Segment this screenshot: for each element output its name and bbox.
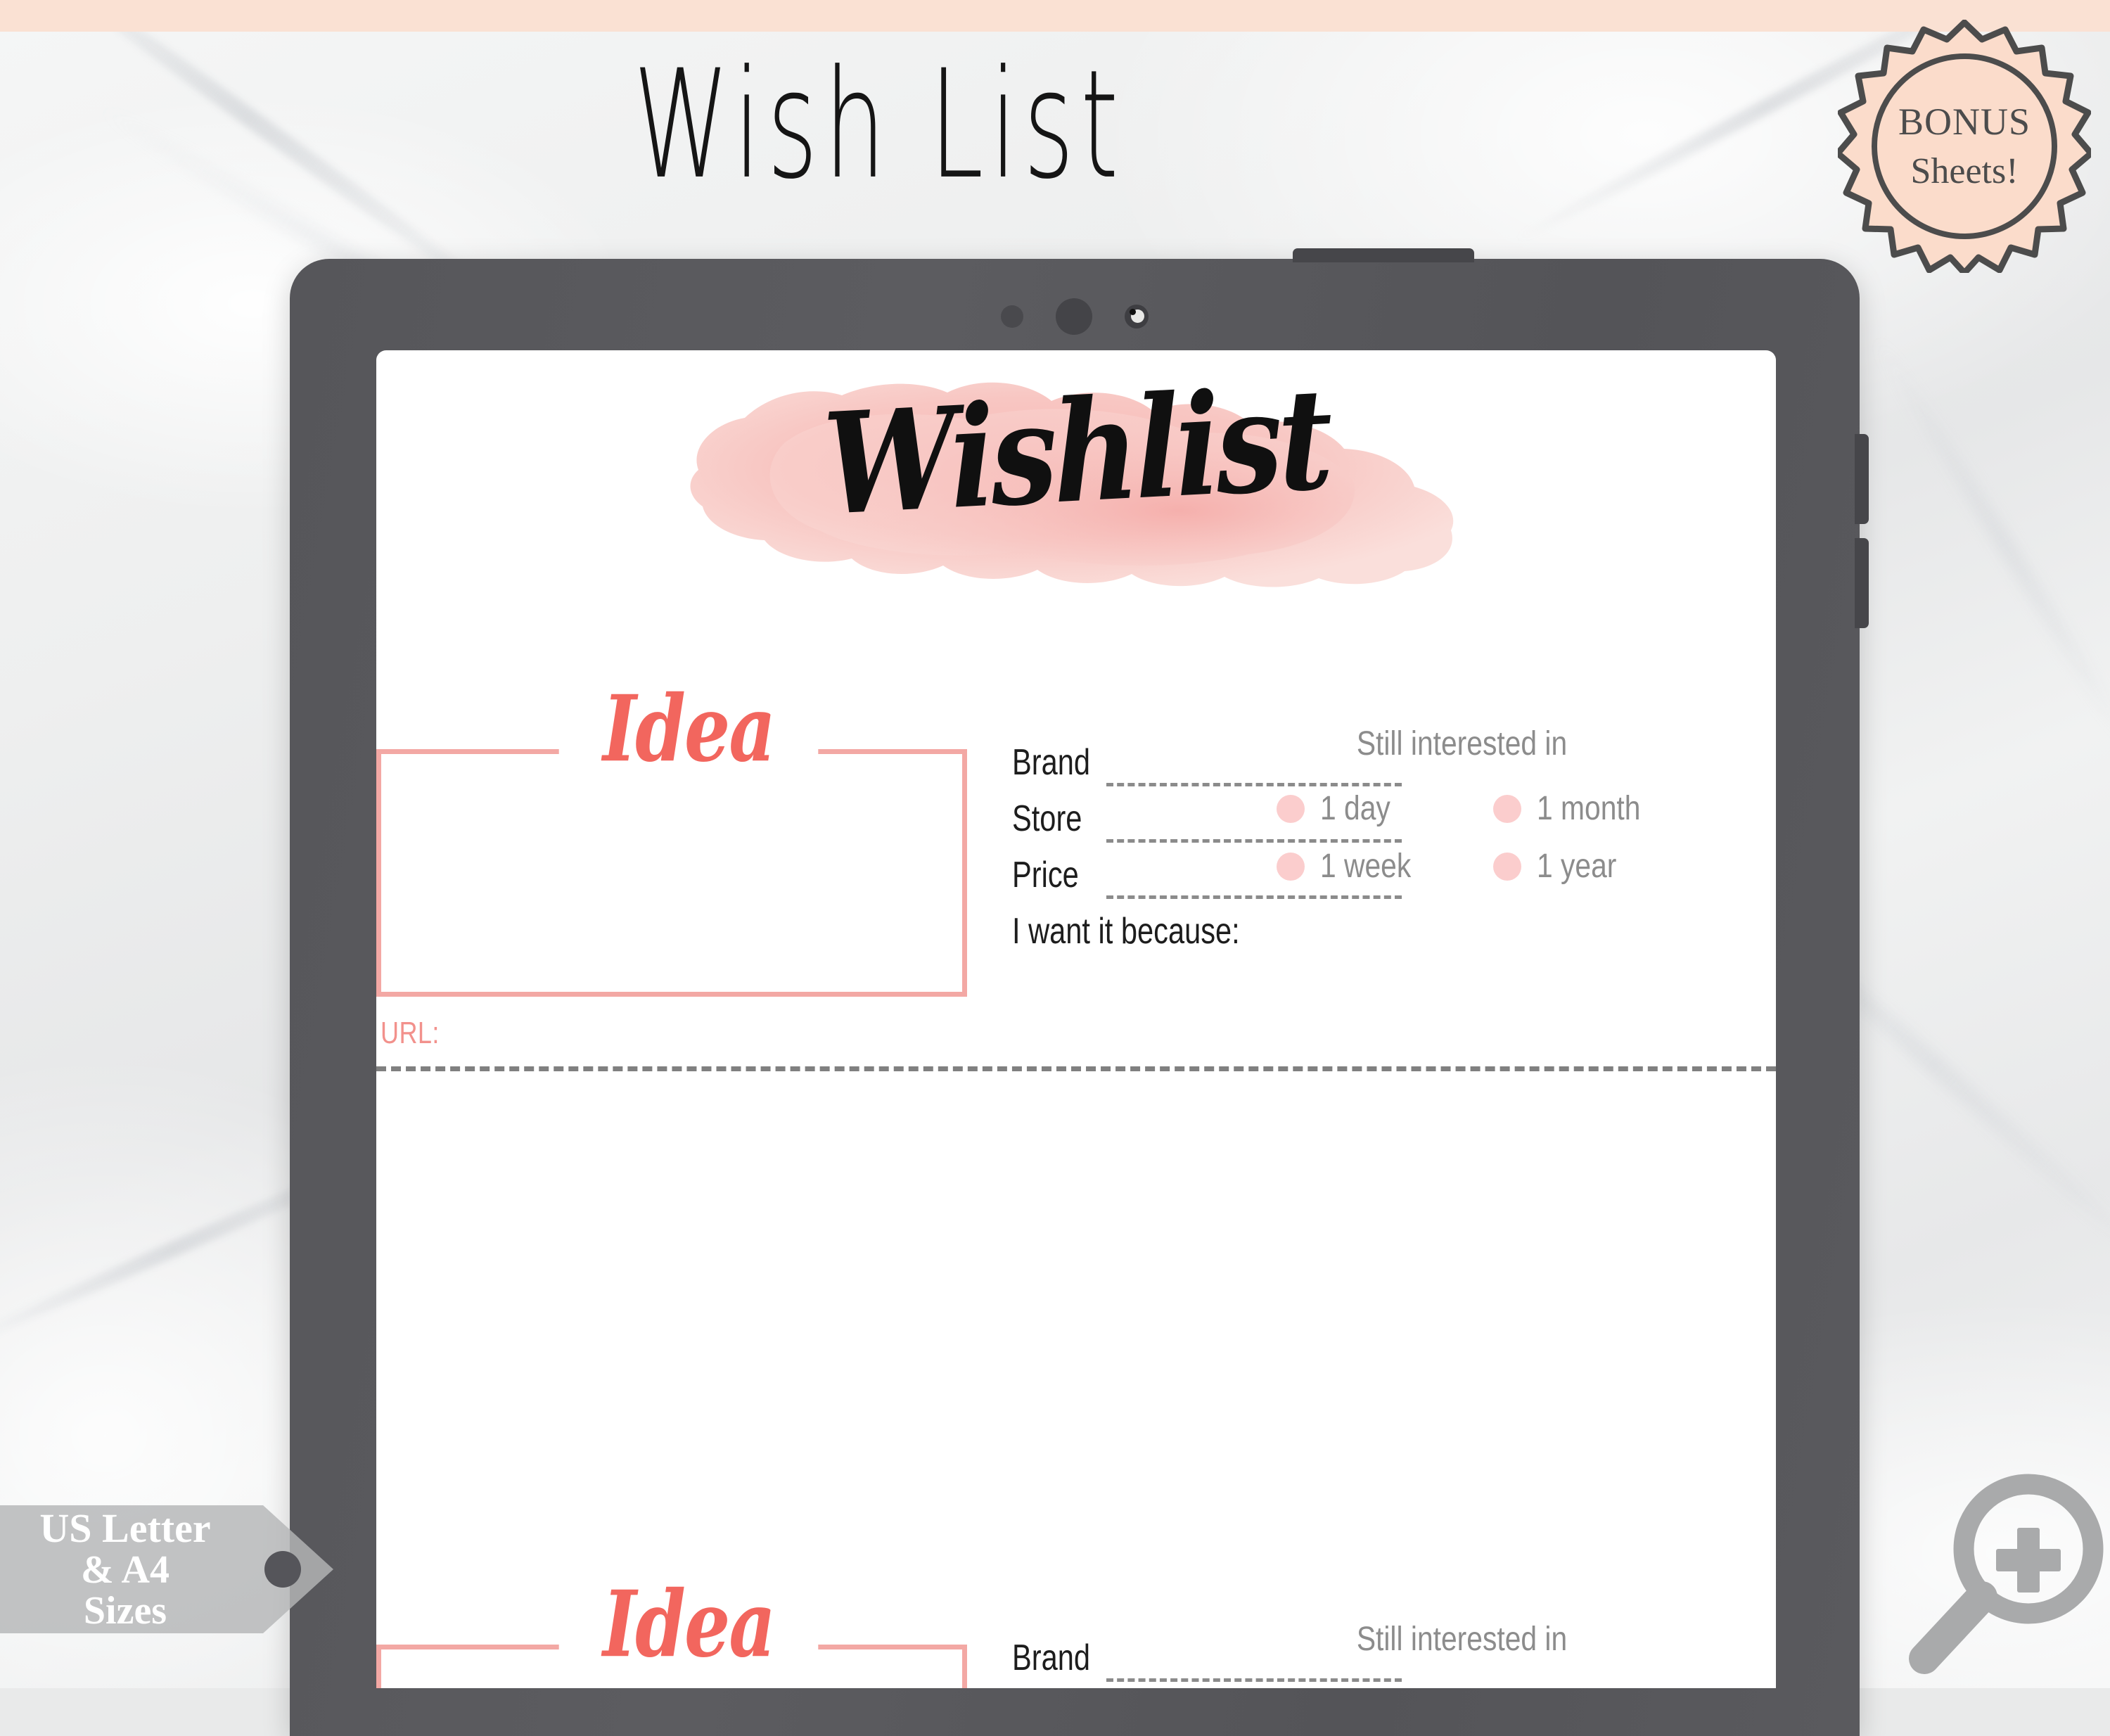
ambient-light-sensor-icon <box>1125 305 1149 328</box>
camera-lens-icon <box>1056 298 1092 335</box>
badge-line-1: BONUS <box>1898 100 2031 143</box>
badge-line-2: Sheets! <box>1910 151 2019 192</box>
top-peach-strip <box>0 0 2110 32</box>
radio-dot-icon <box>1493 795 1521 823</box>
interest-option-1-week[interactable]: 1 week <box>1277 850 1493 883</box>
url-label[interactable]: URL: <box>381 1016 440 1051</box>
size-tag: US Letter & A4 Sizes <box>0 1493 339 1646</box>
still-interested-title: Still interested in <box>1356 725 1568 762</box>
bonus-sheets-badge: BONUS Sheets! <box>1838 20 2091 273</box>
size-tag-line-2: & A4 <box>81 1547 170 1592</box>
idea-script-label: Idea <box>558 684 819 775</box>
interest-option-1-year[interactable]: 1 year <box>1493 850 1710 883</box>
want-it-because-label: I want it because: <box>1012 911 1240 952</box>
proximity-sensor-icon <box>1001 305 1023 328</box>
field-input-price[interactable] <box>1106 895 1402 899</box>
still-interested-title: Still interested in <box>1356 1621 1568 1658</box>
radio-dot-icon <box>1277 795 1305 823</box>
volume-up-button[interactable] <box>1855 434 1869 524</box>
tablet-screen: Wishlist Idea URL: Brand Store Price I w… <box>376 350 1776 1688</box>
field-label-store: Store <box>1012 798 1082 839</box>
size-tag-line-3: Sizes <box>83 1589 167 1633</box>
power-button[interactable] <box>1293 248 1474 262</box>
still-interested-group: Still interested in 1 day 1 month 1 week… <box>1277 1621 1769 1689</box>
field-label-brand: Brand <box>1012 1638 1091 1678</box>
idea-script-label: Idea <box>558 1579 819 1671</box>
field-label-brand: Brand <box>1012 742 1091 783</box>
still-interested-group: Still interested in 1 day 1 month 1 week… <box>1277 727 1769 883</box>
radio-dot-icon <box>1277 853 1305 881</box>
field-label-price: Price <box>1012 855 1079 895</box>
interest-option-1-day[interactable]: 1 day <box>1277 792 1493 826</box>
radio-dot-icon <box>1493 853 1521 881</box>
volume-down-button[interactable] <box>1855 538 1869 628</box>
zoom-in-icon[interactable] <box>1907 1455 2104 1680</box>
size-tag-line-1: US Letter <box>39 1505 211 1551</box>
wishlist-wordmark: Wishlist <box>820 356 1332 547</box>
idea-image-box[interactable] <box>376 749 967 997</box>
block-divider <box>376 1066 1776 1071</box>
page-title: Wish List <box>633 38 1125 213</box>
interest-option-1-month[interactable]: 1 month <box>1493 792 1710 826</box>
wishlist-header: Wishlist <box>376 357 1776 612</box>
tablet-sensor-array <box>290 295 1860 338</box>
